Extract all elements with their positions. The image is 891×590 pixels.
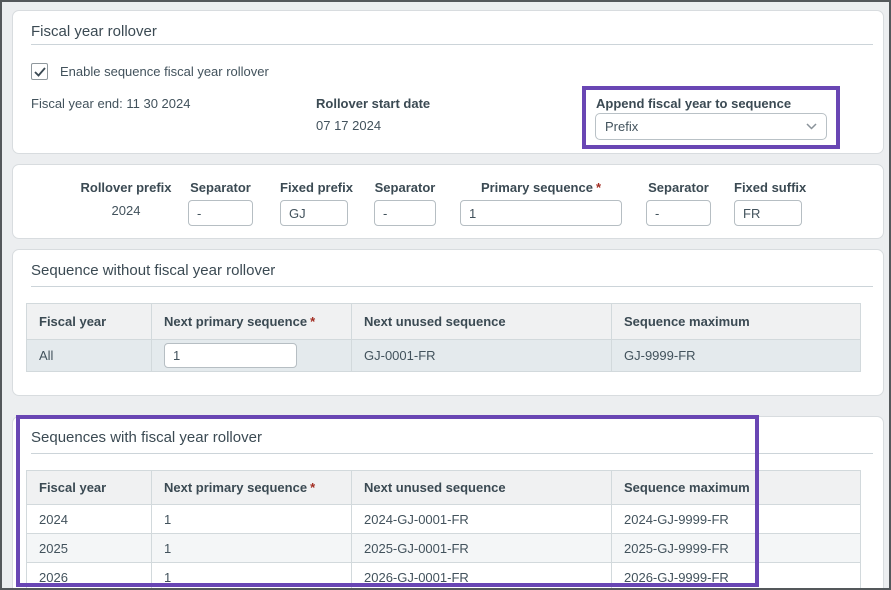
primary-sequence-input[interactable]: [460, 200, 622, 226]
sequence-format-panel: Rollover prefix 2024 Separator Fixed pre…: [12, 164, 884, 239]
sequence-without-rollover-table: Fiscal year Next primary sequence* Next …: [26, 303, 861, 372]
cell-fiscal-year: 2026: [27, 563, 152, 590]
column-header-fiscal-year: Fiscal year: [27, 471, 152, 505]
column-header-fiscal-year: Fiscal year: [27, 304, 152, 340]
primary-sequence-field: Primary sequence*: [460, 180, 622, 226]
enable-rollover-checkbox[interactable]: [31, 63, 48, 80]
separator-field-1: Separator: [188, 180, 253, 226]
panel-title-fiscal-year-rollover: Fiscal year rollover: [31, 23, 157, 40]
title-divider: [31, 286, 873, 287]
primary-sequence-label: Primary sequence*: [460, 180, 622, 195]
fiscal-year-rollover-panel: Fiscal year rollover Enable sequence fis…: [12, 10, 884, 154]
cell-next-unused-sequence: 2024-GJ-0001-FR: [352, 505, 612, 534]
append-fiscal-year-select[interactable]: Prefix: [595, 113, 827, 140]
sequences-with-rollover-panel: Sequences with fiscal year rollover Fisc…: [12, 416, 884, 590]
cell-sequence-maximum: GJ-9999-FR: [612, 340, 861, 372]
cell-next-primary-sequence: [152, 340, 352, 372]
cell-fiscal-year: All: [27, 340, 152, 372]
required-asterisk: *: [596, 180, 601, 195]
rollover-prefix-field: Rollover prefix 2024: [76, 180, 176, 218]
separator-input-1[interactable]: [188, 200, 253, 226]
fixed-suffix-input[interactable]: [734, 200, 802, 226]
sequence-without-rollover-panel: Sequence without fiscal year rollover Fi…: [12, 249, 884, 396]
chevron-down-icon: [806, 123, 817, 130]
table-row-all: All GJ-0001-FR GJ-9999-FR: [27, 340, 861, 372]
fixed-suffix-label: Fixed suffix: [734, 180, 802, 195]
cell-sequence-maximum: 2024-GJ-9999-FR: [612, 505, 861, 534]
table-header-row: Fiscal year Next primary sequence* Next …: [27, 471, 861, 505]
panel-title-sequence-without-rollover: Sequence without fiscal year rollover: [31, 262, 275, 279]
separator-input-2[interactable]: [374, 200, 436, 226]
append-fiscal-year-label: Append fiscal year to sequence: [596, 96, 791, 111]
cell-fiscal-year: 2024: [27, 505, 152, 534]
enable-rollover-label: Enable sequence fiscal year rollover: [60, 64, 269, 79]
fixed-prefix-field: Fixed prefix: [280, 180, 348, 226]
cell-next-unused-sequence: 2026-GJ-0001-FR: [352, 563, 612, 590]
column-header-sequence-maximum: Sequence maximum: [612, 471, 861, 505]
table-row-2025: 2025 1 2025-GJ-0001-FR 2025-GJ-9999-FR: [27, 534, 861, 563]
table-row-2026: 2026 1 2026-GJ-0001-FR 2026-GJ-9999-FR: [27, 563, 861, 590]
separator-label-2: Separator: [374, 180, 436, 195]
rollover-start-date-label: Rollover start date: [316, 96, 430, 111]
panel-title-sequences-with-rollover: Sequences with fiscal year rollover: [31, 429, 262, 446]
separator-field-3: Separator: [646, 180, 711, 226]
required-asterisk: *: [310, 314, 315, 329]
enable-rollover-row: Enable sequence fiscal year rollover: [31, 63, 269, 80]
rollover-start-date-group: Rollover start date 07 17 2024: [316, 96, 430, 133]
column-header-next-primary-sequence: Next primary sequence*: [152, 304, 352, 340]
fixed-prefix-input[interactable]: [280, 200, 348, 226]
rollover-prefix-value: 2024: [76, 203, 176, 218]
column-header-next-primary-sequence: Next primary sequence*: [152, 471, 352, 505]
required-asterisk: *: [310, 480, 315, 495]
cell-next-primary-sequence: 1: [152, 563, 352, 590]
table-row-2024: 2024 1 2024-GJ-0001-FR 2024-GJ-9999-FR: [27, 505, 861, 534]
cell-next-unused-sequence: 2025-GJ-0001-FR: [352, 534, 612, 563]
fiscal-year-end-text: Fiscal year end: 11 30 2024: [31, 96, 190, 111]
rollover-start-date-value: 07 17 2024: [316, 118, 430, 133]
table-header-row: Fiscal year Next primary sequence* Next …: [27, 304, 861, 340]
column-header-next-unused-sequence: Next unused sequence: [352, 471, 612, 505]
title-divider: [31, 44, 873, 45]
next-primary-sequence-input[interactable]: [164, 343, 297, 368]
fixed-suffix-field: Fixed suffix: [734, 180, 802, 226]
fiscal-year-rollover-settings-page: Fiscal year rollover Enable sequence fis…: [0, 0, 891, 590]
cell-next-primary-sequence: 1: [152, 505, 352, 534]
cell-sequence-maximum: 2025-GJ-9999-FR: [612, 534, 861, 563]
separator-field-2: Separator: [374, 180, 436, 226]
fixed-prefix-label: Fixed prefix: [280, 180, 348, 195]
separator-label-1: Separator: [188, 180, 253, 195]
column-header-next-unused-sequence: Next unused sequence: [352, 304, 612, 340]
sequences-with-rollover-table: Fiscal year Next primary sequence* Next …: [26, 470, 861, 590]
cell-next-primary-sequence: 1: [152, 534, 352, 563]
append-fiscal-year-selected-value: Prefix: [605, 119, 806, 134]
separator-label-3: Separator: [646, 180, 711, 195]
column-header-sequence-maximum: Sequence maximum: [612, 304, 861, 340]
cell-sequence-maximum: 2026-GJ-9999-FR: [612, 563, 861, 590]
separator-input-3[interactable]: [646, 200, 711, 226]
cell-next-unused-sequence: GJ-0001-FR: [352, 340, 612, 372]
title-divider: [31, 453, 873, 454]
rollover-prefix-label: Rollover prefix: [76, 180, 176, 195]
checkmark-icon: [34, 67, 46, 77]
cell-fiscal-year: 2025: [27, 534, 152, 563]
